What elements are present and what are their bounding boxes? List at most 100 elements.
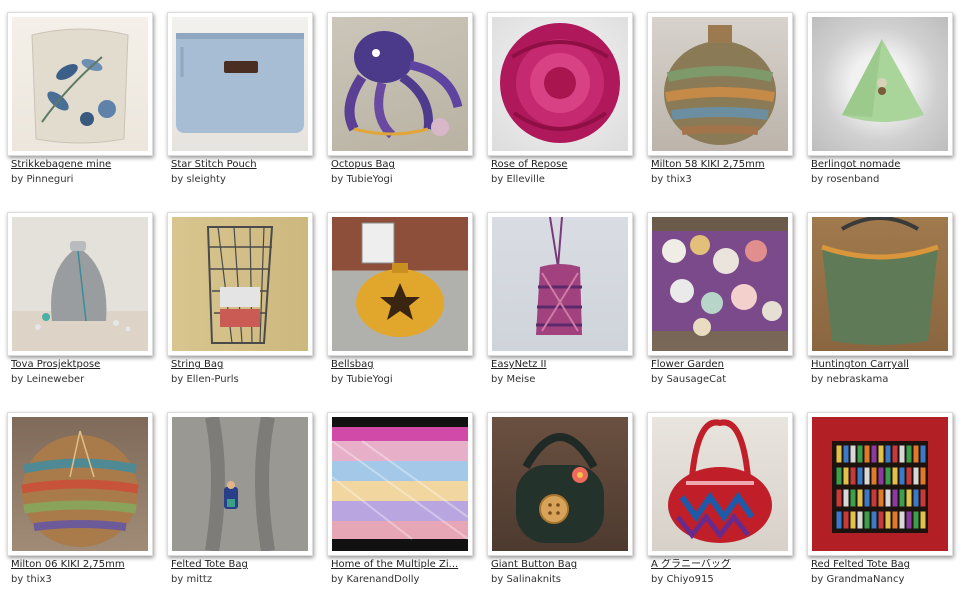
project-photo xyxy=(492,217,628,351)
project-thumbnail[interactable] xyxy=(807,212,953,356)
project-photo xyxy=(492,17,628,151)
project-title-link[interactable]: Strikkebagene mine xyxy=(11,159,159,171)
project-author: by KarenandDolly xyxy=(331,574,419,586)
project-photo xyxy=(652,17,788,151)
author-link[interactable]: thix3 xyxy=(26,574,51,585)
project-author: by mittz xyxy=(171,574,212,586)
project-thumbnail[interactable] xyxy=(167,212,313,356)
project-thumbnail[interactable] xyxy=(647,212,793,356)
project-title-link[interactable]: Red Felted Tote Bag xyxy=(811,559,959,571)
project-photo xyxy=(492,417,628,551)
by-label: by xyxy=(651,174,664,185)
project-card: Star Stitch Pouch by sleighty xyxy=(167,9,327,209)
project-thumbnail[interactable] xyxy=(487,212,633,356)
project-thumbnail[interactable] xyxy=(167,12,313,156)
by-label: by xyxy=(11,574,24,585)
project-thumbnail[interactable] xyxy=(807,412,953,556)
project-card: Strikkebagene mine by Pinneguri xyxy=(7,9,167,209)
author-link[interactable]: SausageCat xyxy=(666,374,726,385)
by-label: by xyxy=(811,574,824,585)
project-title-link[interactable]: A グラニーバッグ xyxy=(651,559,799,571)
project-thumbnail[interactable] xyxy=(327,12,473,156)
author-link[interactable]: rosenband xyxy=(826,174,879,185)
project-title-link[interactable]: Berlingot nomade xyxy=(811,159,959,171)
project-author: by Pinneguri xyxy=(11,174,73,186)
by-label: by xyxy=(11,174,24,185)
project-card: String Bag by Ellen-Purls xyxy=(167,209,327,409)
project-title-link[interactable]: Milton 06 KIKI 2,75mm xyxy=(11,559,159,571)
project-thumbnail[interactable] xyxy=(7,212,153,356)
project-thumbnail[interactable] xyxy=(327,212,473,356)
project-title-link[interactable]: Home of the Multiple Zi... xyxy=(331,559,479,571)
project-thumbnail[interactable] xyxy=(487,412,633,556)
author-link[interactable]: Meise xyxy=(506,374,535,385)
project-card: Home of the Multiple Zi... by KarenandDo… xyxy=(327,409,487,609)
by-label: by xyxy=(171,574,184,585)
project-photo xyxy=(652,417,788,551)
project-author: by SausageCat xyxy=(651,374,726,386)
project-title-link[interactable]: Felted Tote Bag xyxy=(171,559,319,571)
project-card: Bellsbag by TubieYogi xyxy=(327,209,487,409)
author-link[interactable]: mittz xyxy=(186,574,212,585)
by-label: by xyxy=(331,374,344,385)
project-author: by nebraskama xyxy=(811,374,888,386)
project-author: by GrandmaNancy xyxy=(811,574,904,586)
project-title-link[interactable]: Giant Button Bag xyxy=(491,559,639,571)
project-card: Milton 58 KIKI 2,75mm by thix3 xyxy=(647,9,807,209)
author-link[interactable]: Leineweber xyxy=(26,374,84,385)
project-photo xyxy=(652,217,788,351)
project-thumbnail[interactable] xyxy=(327,412,473,556)
project-card: Flower Garden by SausageCat xyxy=(647,209,807,409)
project-title-link[interactable]: EasyNetz II xyxy=(491,359,639,371)
project-photo xyxy=(812,217,948,351)
project-author: by Salinaknits xyxy=(491,574,561,586)
by-label: by xyxy=(811,374,824,385)
project-title-link[interactable]: Star Stitch Pouch xyxy=(171,159,319,171)
project-card: Huntington Carryall by nebraskama xyxy=(807,209,967,409)
project-thumbnail[interactable] xyxy=(647,12,793,156)
project-photo xyxy=(332,417,468,551)
project-title-link[interactable]: Tova Prosjektpose xyxy=(11,359,159,371)
author-link[interactable]: thix3 xyxy=(666,174,691,185)
author-link[interactable]: TubieYogi xyxy=(346,374,392,385)
by-label: by xyxy=(171,374,184,385)
author-link[interactable]: Chiyo915 xyxy=(666,574,713,585)
author-link[interactable]: Ellen-Purls xyxy=(186,374,238,385)
author-link[interactable]: Salinaknits xyxy=(506,574,561,585)
project-title-link[interactable]: Flower Garden xyxy=(651,359,799,371)
project-photo xyxy=(172,17,308,151)
project-title-link[interactable]: Rose of Repose xyxy=(491,159,639,171)
project-thumbnail[interactable] xyxy=(7,12,153,156)
project-title-link[interactable]: Bellsbag xyxy=(331,359,479,371)
project-thumbnail[interactable] xyxy=(807,12,953,156)
project-author: by Ellen-Purls xyxy=(171,374,239,386)
project-title-link[interactable]: Octopus Bag xyxy=(331,159,479,171)
by-label: by xyxy=(11,374,24,385)
author-link[interactable]: KarenandDolly xyxy=(346,574,419,585)
project-card: Red Felted Tote Bag by GrandmaNancy xyxy=(807,409,967,609)
author-link[interactable]: nebraskama xyxy=(826,374,888,385)
author-link[interactable]: Elleville xyxy=(506,174,544,185)
project-thumbnail[interactable] xyxy=(647,412,793,556)
author-link[interactable]: sleighty xyxy=(186,174,225,185)
by-label: by xyxy=(651,374,664,385)
project-author: by TubieYogi xyxy=(331,374,393,386)
project-card: Octopus Bag by TubieYogi xyxy=(327,9,487,209)
project-photo xyxy=(812,17,948,151)
project-author: by TubieYogi xyxy=(331,174,393,186)
by-label: by xyxy=(171,174,184,185)
project-thumbnail[interactable] xyxy=(167,412,313,556)
by-label: by xyxy=(491,174,504,185)
project-title-link[interactable]: Milton 58 KIKI 2,75mm xyxy=(651,159,799,171)
project-card: Milton 06 KIKI 2,75mm by thix3 xyxy=(7,409,167,609)
project-title-link[interactable]: String Bag xyxy=(171,359,319,371)
project-card: Berlingot nomade by rosenband xyxy=(807,9,967,209)
project-title-link[interactable]: Huntington Carryall xyxy=(811,359,959,371)
project-thumbnail[interactable] xyxy=(7,412,153,556)
project-author: by Leineweber xyxy=(11,374,84,386)
author-link[interactable]: TubieYogi xyxy=(346,174,392,185)
project-thumbnail[interactable] xyxy=(487,12,633,156)
author-link[interactable]: Pinneguri xyxy=(26,174,73,185)
project-card: Giant Button Bag by Salinaknits xyxy=(487,409,647,609)
author-link[interactable]: GrandmaNancy xyxy=(826,574,904,585)
